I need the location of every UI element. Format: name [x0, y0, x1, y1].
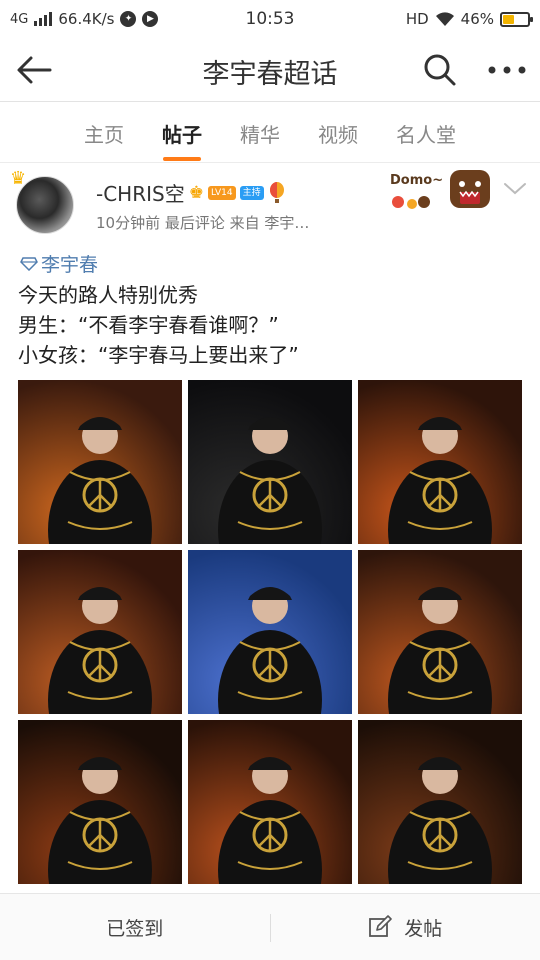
- post-line: 今天的路人特别优秀: [18, 283, 198, 307]
- more-options-icon[interactable]: [482, 50, 532, 90]
- post-meta: 10分钟前 最后评论 来自 李宇…: [96, 214, 310, 232]
- compose-post-button[interactable]: 发帖: [271, 894, 540, 960]
- hd-indicator: HD: [405, 10, 429, 28]
- photo-thumbnail[interactable]: [358, 720, 522, 884]
- photo-thumbnail[interactable]: [188, 550, 352, 714]
- tab-posts[interactable]: 帖子: [162, 119, 202, 163]
- photo-thumbnail[interactable]: [358, 550, 522, 714]
- signed-in-label: 已签到: [106, 917, 164, 940]
- username-row: -CHRIS空 ♚ LV14 主持: [96, 178, 286, 207]
- domo-text: Domo~: [390, 173, 443, 188]
- topic-tag[interactable]: 李宇春: [20, 250, 98, 277]
- photo-thumbnail[interactable]: [188, 380, 352, 544]
- crown-icon: ♛: [10, 168, 27, 189]
- diamond-icon: [20, 256, 38, 271]
- crown-badge-icon: ♚: [188, 182, 204, 203]
- chevron-down-icon[interactable]: [500, 176, 530, 200]
- edit-icon: [369, 915, 393, 937]
- bottom-action-bar: 已签到 发帖: [0, 893, 540, 960]
- level-badge: LV14: [207, 185, 236, 200]
- photo-thumbnail[interactable]: [18, 380, 182, 544]
- tab-videos[interactable]: 视频: [318, 119, 358, 163]
- search-icon[interactable]: [420, 50, 460, 90]
- status-bar: 4G 66.4K/s ✦ ▶ 10:53 HD 46%: [0, 0, 540, 38]
- battery-icon: [500, 11, 533, 27]
- battery-percent: 46%: [460, 10, 494, 28]
- photo-thumbnail[interactable]: [18, 550, 182, 714]
- compose-post-label: 发帖: [404, 917, 443, 940]
- wifi-icon: [435, 12, 454, 26]
- photo-thumbnail[interactable]: [358, 380, 522, 544]
- post-line: 男生：“不看李宇春看谁啊？”: [18, 313, 279, 337]
- tab-featured[interactable]: 精华: [240, 119, 280, 163]
- username[interactable]: -CHRIS空: [96, 178, 185, 207]
- domo-sticker: Domo~: [390, 170, 490, 209]
- post-text: 今天的路人特别优秀 男生：“不看李宇春看谁啊？” 小女孩：“李宇春马上要出来了”: [18, 280, 299, 370]
- tab-home[interactable]: 主页: [84, 119, 124, 163]
- photo-thumbnail[interactable]: [18, 720, 182, 884]
- photo-grid: [18, 380, 522, 884]
- host-badge: 主持: [239, 185, 264, 200]
- topic-label[interactable]: 李宇春: [41, 250, 98, 277]
- top-navigation: 李宇春超话: [0, 38, 540, 102]
- tab-hall-of-fame[interactable]: 名人堂: [396, 119, 456, 163]
- balloon-icon: [269, 181, 284, 203]
- post-line: 小女孩：“李宇春马上要出来了”: [18, 343, 299, 367]
- tab-bar: 主页 帖子 精华 视频 名人堂: [0, 103, 540, 163]
- photo-thumbnail[interactable]: [188, 720, 352, 884]
- signed-in-button[interactable]: 已签到: [0, 894, 270, 960]
- avatar-container[interactable]: ♛: [10, 168, 74, 234]
